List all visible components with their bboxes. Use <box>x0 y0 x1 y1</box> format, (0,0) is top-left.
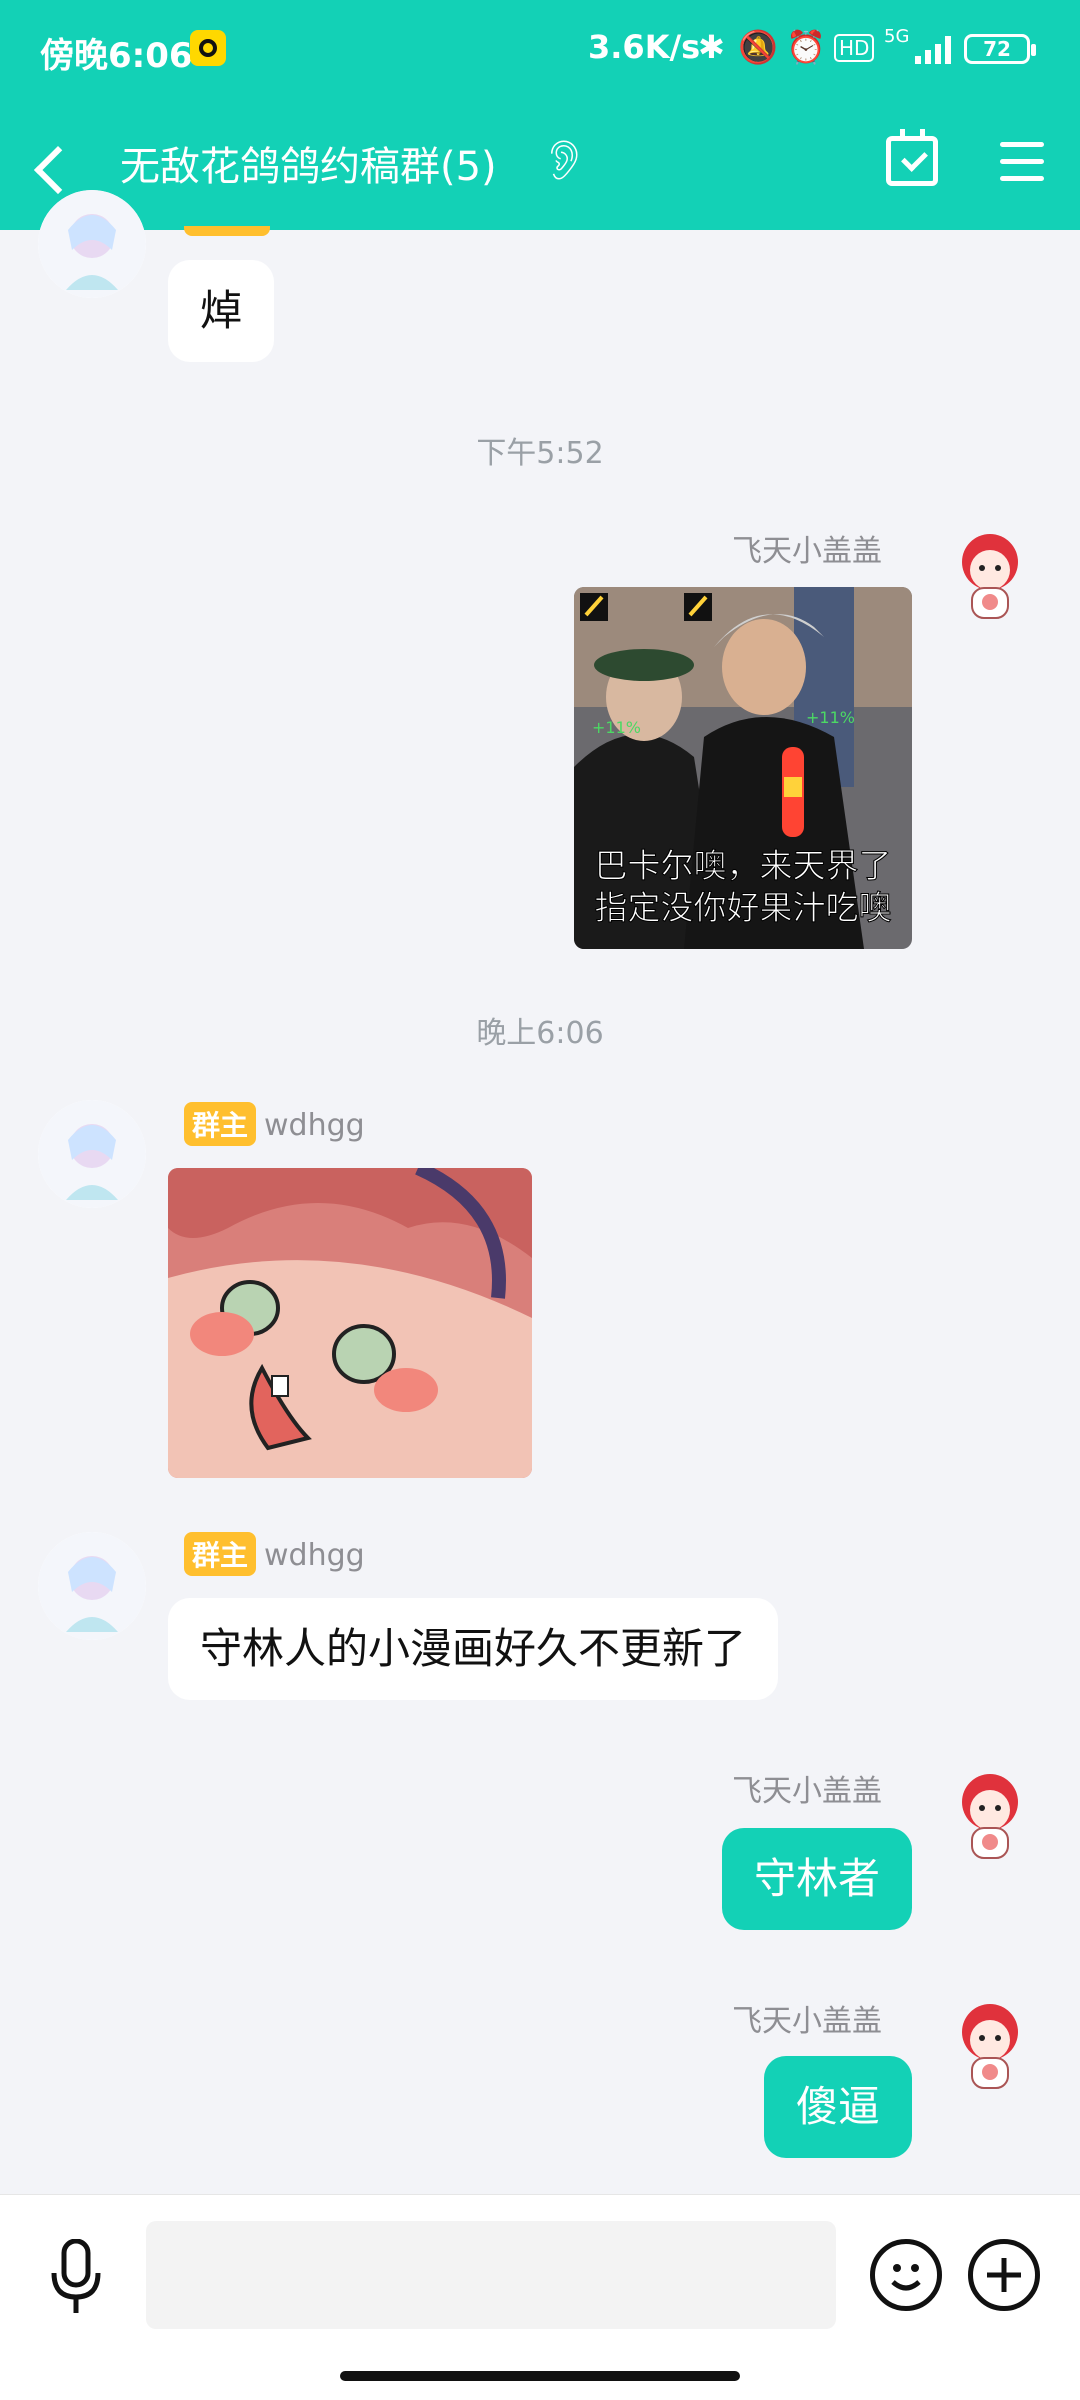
avatar[interactable] <box>38 190 146 298</box>
caption-line: 指定没你好果汁吃噢 <box>595 888 892 927</box>
menu-icon[interactable] <box>1000 142 1044 182</box>
microphone-icon[interactable] <box>48 2238 104 2319</box>
status-time: 傍晚6:06 <box>40 36 193 76</box>
time-separator: 下午5:52 <box>476 436 604 471</box>
signal-icon <box>905 36 951 64</box>
stat-left: +11% <box>592 718 641 737</box>
avatar[interactable] <box>936 1762 1044 1870</box>
network-speed: 3.6K/s <box>588 28 701 66</box>
sticker-image[interactable] <box>168 1168 532 1478</box>
avatar[interactable] <box>38 1100 146 1208</box>
sticker-image[interactable]: +11% +11% 巴卡尔噢，来天界了 指定没你好果汁吃噢 <box>574 587 912 949</box>
sender-name: 飞天小盖盖 <box>732 534 882 569</box>
ear-icon[interactable]: 👂︎ <box>540 138 588 183</box>
input-bar <box>0 2194 1080 2400</box>
alarm-icon: ⏰ <box>786 28 826 66</box>
chat-title[interactable]: 无敌花鸽鸽约稿群(5) <box>120 134 497 192</box>
message-input[interactable] <box>146 2221 836 2329</box>
emoji-icon[interactable] <box>870 2239 942 2311</box>
hd-icon: HD <box>834 34 875 62</box>
role-badge-partial <box>184 226 270 236</box>
message-bubble[interactable]: 傻逼 <box>763 2056 912 2159</box>
sender-name: 飞天小盖盖 <box>732 2004 882 2039</box>
message-bubble[interactable]: 守林者 <box>721 1828 912 1931</box>
sender-name: wdhgg <box>264 1108 365 1143</box>
caption-line: 巴卡尔噢，来天界了 <box>595 846 892 885</box>
back-icon[interactable] <box>40 138 80 188</box>
sender-name: 飞天小盖盖 <box>732 1774 882 1809</box>
message-bubble[interactable]: 守林人的小漫画好久不更新了 <box>168 1598 779 1701</box>
avatar[interactable] <box>936 522 1044 630</box>
stat-right: +11% <box>806 708 855 727</box>
sender-name: wdhgg <box>264 1538 365 1573</box>
bluetooth-icon: ✱ <box>698 28 725 66</box>
recording-icon <box>190 30 226 66</box>
calendar-check-icon[interactable] <box>886 129 938 186</box>
battery-indicator: 72 <box>964 34 1036 64</box>
role-badge: 群主 <box>184 1532 257 1576</box>
time-separator: 晚上6:06 <box>476 1016 604 1051</box>
chat-header: 无敌花鸽鸽约稿群(5) 👂︎ <box>0 96 1080 230</box>
status-bar: 傍晚6:06 3.6K/s ✱ 🔕 ⏰ HD 5G 72 <box>0 0 1080 96</box>
mute-bell-icon: 🔕 <box>738 28 778 66</box>
add-icon[interactable] <box>968 2239 1040 2311</box>
avatar[interactable] <box>936 1992 1044 2100</box>
role-badge: 群主 <box>184 1102 257 1146</box>
top-bar: 傍晚6:06 3.6K/s ✱ 🔕 ⏰ HD 5G 72 无敌花鸽鸽约稿群(5)… <box>0 0 1080 230</box>
sender-line: 群主 wdhgg <box>184 1102 365 1146</box>
message-bubble[interactable]: 焯 <box>168 260 275 363</box>
avatar[interactable] <box>38 1532 146 1640</box>
home-indicator[interactable] <box>340 2371 740 2381</box>
sender-line: 群主 wdhgg <box>184 1532 365 1576</box>
